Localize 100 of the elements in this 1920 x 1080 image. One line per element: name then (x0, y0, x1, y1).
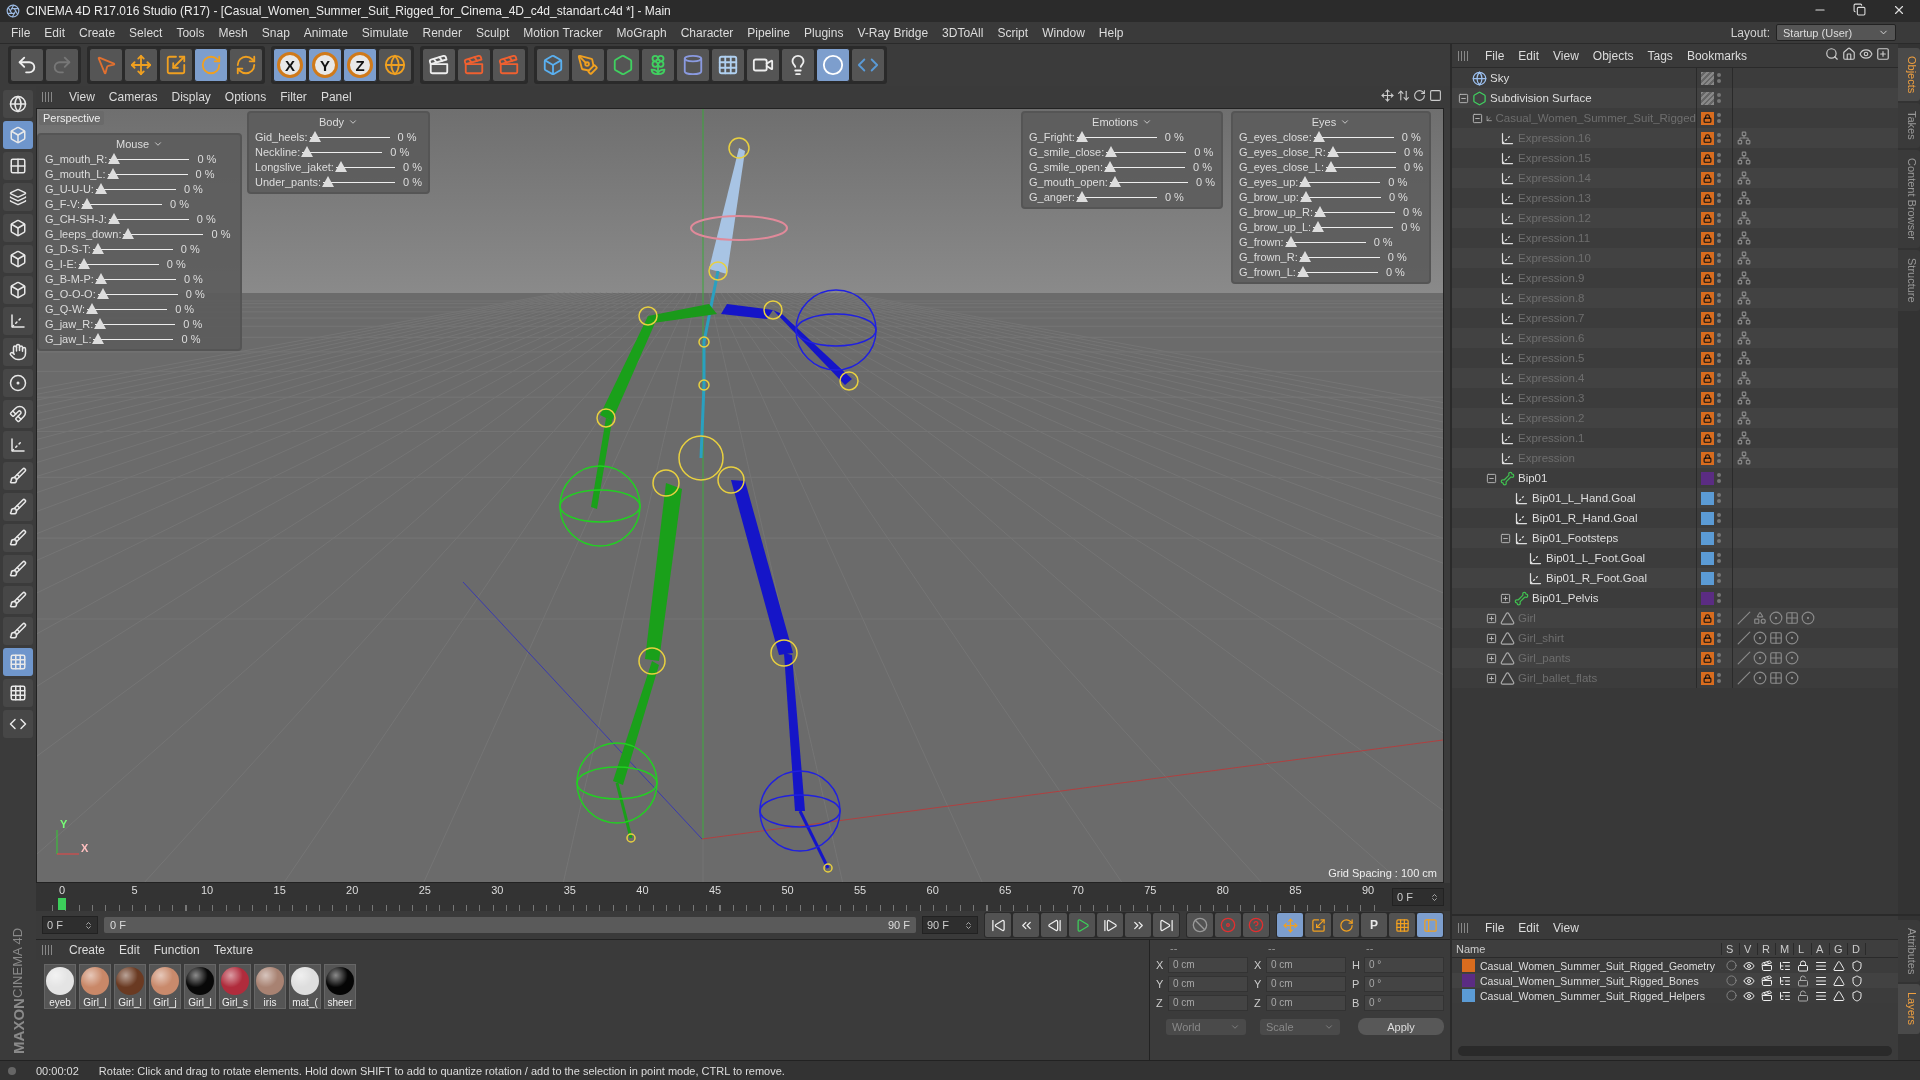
frame-range-slider[interactable]: 0 F 90 F (104, 917, 916, 933)
menu-item[interactable]: Motion Tracker (516, 25, 610, 40)
axis-lock-button[interactable]: Y (308, 48, 342, 82)
apply-button[interactable]: Apply (1358, 1018, 1444, 1035)
coordinate-field[interactable]: 0 ° (1364, 957, 1444, 973)
menu-item[interactable]: MoGraph (609, 25, 674, 40)
menu-item[interactable]: Select (122, 25, 170, 40)
panel-title[interactable]: Emotions (1092, 115, 1152, 129)
coordinate-field[interactable]: 0 cm (1266, 995, 1346, 1011)
layer-menu-item[interactable]: Edit (1511, 920, 1547, 935)
layer-menu-item[interactable]: File (1478, 920, 1512, 935)
object-menu-item[interactable]: File (1478, 48, 1512, 63)
object-row[interactable]: Bip01_R_Hand.Goal (1452, 508, 1898, 528)
object-name: Subdivision Surface (1490, 92, 1592, 104)
current-frame-field[interactable]: 0 F (1392, 888, 1444, 906)
slider-value: 0 % (196, 152, 217, 165)
menu-item[interactable]: Render (415, 25, 469, 40)
material-swatch[interactable]: eyeb (44, 964, 76, 1009)
side-tab[interactable]: Content Browser (1898, 150, 1920, 248)
material-menu-item[interactable]: Edit (112, 943, 147, 957)
coordinate-field[interactable]: 0 cm (1168, 957, 1248, 973)
coordinate-field[interactable]: 0 cm (1266, 976, 1346, 992)
start-frame-field[interactable]: 0 F (42, 916, 98, 934)
viewport-menu-item[interactable]: View (62, 90, 102, 104)
menu-item[interactable]: Mesh (211, 25, 255, 40)
object-menu-item[interactable]: Bookmarks (1679, 48, 1754, 63)
material-menu-item[interactable]: Function (146, 943, 207, 957)
coordinate-field[interactable]: 0 ° (1364, 976, 1444, 992)
material-swatch[interactable]: Girl_j (149, 964, 181, 1009)
menu-item[interactable]: Plugins (797, 25, 851, 40)
panel-title[interactable]: Mouse (116, 137, 163, 151)
menu-item[interactable]: V-Ray Bridge (850, 25, 936, 40)
timeline-ruler[interactable]: 0 5 10 15 20 25 30 35 40 45 50 55 60 65 70 75 80 85 90 (52, 883, 1378, 911)
menu-item[interactable]: Tools (169, 25, 212, 40)
material-swatch[interactable]: sheer (324, 964, 356, 1009)
object-menu-item[interactable]: View (1546, 48, 1586, 63)
menu-item[interactable]: Edit (37, 25, 73, 40)
viewport-menu-item[interactable]: Display (164, 90, 218, 104)
side-tab[interactable]: Structure (1898, 250, 1920, 311)
slider-value: 0 % (179, 242, 200, 255)
axis-lock-button[interactable]: Z (343, 48, 377, 82)
object-row[interactable]: Bip01_L_Foot.Goal (1452, 548, 1898, 568)
layer-menu-item[interactable]: View (1546, 920, 1586, 935)
coordinate-field[interactable]: 0 cm (1266, 957, 1346, 973)
material-swatch[interactable]: Girl_l (184, 964, 216, 1009)
layer-row[interactable]: Casual_Women_Summer_Suit_Rigged_Bones (1452, 973, 1898, 988)
material-swatch[interactable]: Girl_l (114, 964, 146, 1009)
side-tab[interactable]: Takes (1898, 103, 1920, 149)
end-frame-field[interactable]: 90 F (922, 916, 978, 934)
menu-item[interactable]: Pipeline (740, 25, 798, 40)
column-header: A (1812, 942, 1830, 955)
material-swatch[interactable]: mat_( (289, 964, 321, 1009)
coordinate-field[interactable]: 0 ° (1364, 995, 1444, 1011)
object-row[interactable]: Bip01 (1452, 468, 1898, 488)
object-menu-item[interactable]: Tags (1640, 48, 1680, 63)
menu-item[interactable]: Window (1035, 25, 1092, 40)
column-header: G (1830, 942, 1848, 955)
coordinate-field[interactable]: 0 cm (1168, 995, 1248, 1011)
menu-item[interactable]: Create (72, 25, 123, 40)
object-row[interactable]: Sky (1452, 68, 1898, 88)
material-swatch[interactable]: iris (254, 964, 286, 1009)
menu-item[interactable]: Script (990, 25, 1036, 40)
menu-item[interactable]: Simulate (354, 25, 416, 40)
viewport-menu-item[interactable]: Filter (273, 90, 314, 104)
menu-item[interactable]: Sculpt (468, 25, 517, 40)
object-menu-item[interactable]: Edit (1511, 48, 1547, 63)
panel-title[interactable]: Body (318, 115, 359, 129)
column-header: M (1776, 942, 1794, 955)
menu-item[interactable]: Snap (254, 25, 297, 40)
axis-lock-button[interactable]: X (273, 48, 307, 82)
parameter-key-button[interactable]: P (1361, 913, 1387, 937)
layout-dropdown[interactable]: Startup (User) (1776, 24, 1896, 41)
material-menu-item[interactable]: Texture (206, 943, 261, 957)
object-row[interactable]: Subdivision Surface (1452, 88, 1898, 108)
viewport-menu-item[interactable]: Panel (313, 90, 359, 104)
menu-item[interactable]: File (4, 25, 38, 40)
object-row[interactable]: Bip01_L_Hand.Goal (1452, 488, 1898, 508)
object-menu-item[interactable]: Objects (1585, 48, 1641, 63)
panel-title[interactable]: Eyes (1311, 115, 1351, 129)
side-tab[interactable]: Layers (1898, 984, 1920, 1034)
menu-item[interactable]: Character (673, 25, 741, 40)
object-row[interactable]: Bip01_Pelvis (1452, 588, 1898, 608)
slider-label: G_mouth_L: (45, 167, 106, 180)
material-name: Girl_l (187, 997, 213, 1008)
material-menu-item[interactable]: Create (62, 943, 113, 957)
object-row[interactable]: Bip01_Footsteps (1452, 528, 1898, 548)
menu-item[interactable]: 3DToAll (935, 25, 991, 40)
object-row[interactable]: Bip01_R_Foot.Goal (1452, 568, 1898, 588)
viewport-menu-item[interactable]: Options (217, 90, 274, 104)
material-swatch[interactable]: Girl_s (219, 964, 251, 1009)
side-tab[interactable]: Attributes (1898, 920, 1920, 983)
coordinate-field[interactable]: 0 cm (1168, 976, 1248, 992)
slider-label: G_brow_up_R: (1239, 205, 1313, 218)
side-tab[interactable]: Objects (1898, 48, 1920, 102)
menu-item[interactable]: Help (1091, 25, 1131, 40)
slider-label: Neckline: (255, 145, 301, 158)
menu-item[interactable]: Animate (296, 25, 355, 40)
slider-label: G_anger: (1029, 190, 1075, 203)
viewport-menu-item[interactable]: Cameras (101, 90, 165, 104)
material-swatch[interactable]: Girl_l (79, 964, 111, 1009)
